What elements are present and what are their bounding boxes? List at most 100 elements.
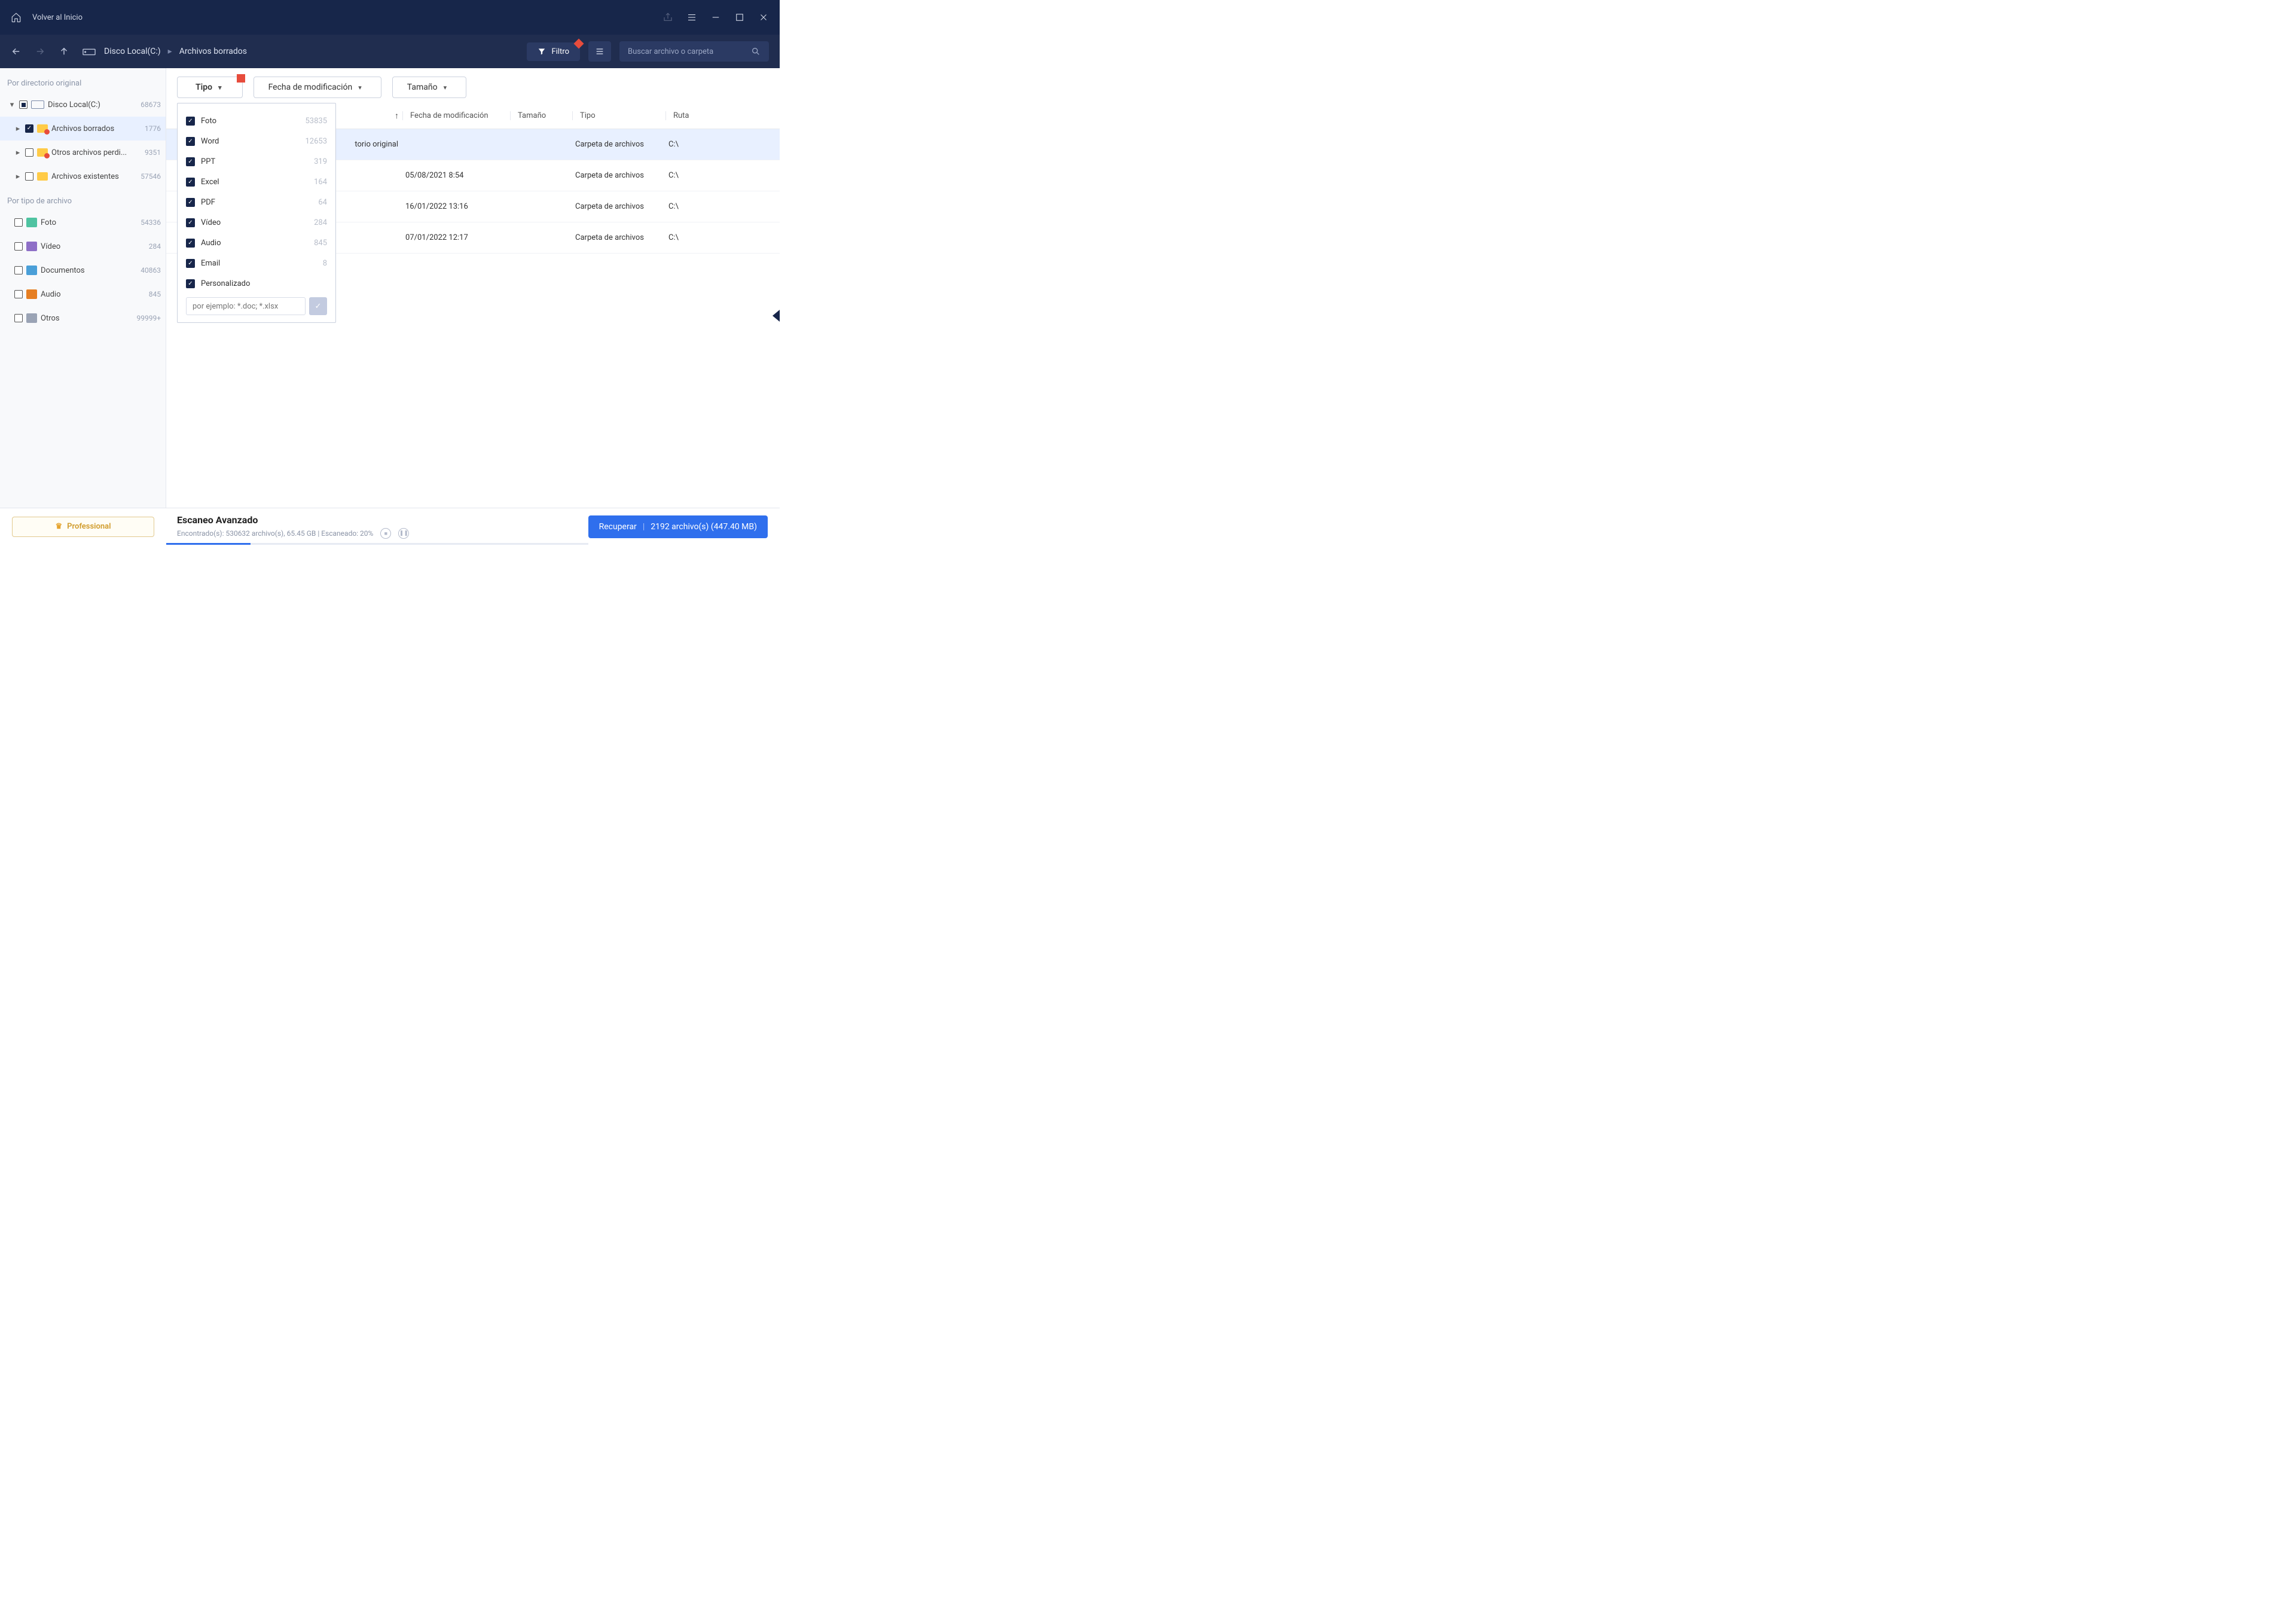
checkbox-checked[interactable]: [186, 117, 195, 126]
checkbox-checked[interactable]: [186, 259, 195, 268]
chevron-right-icon[interactable]: ▸: [14, 124, 22, 133]
search-input[interactable]: Buscar archivo o carpeta: [619, 41, 769, 62]
filter-tipo-button[interactable]: Tipo: [177, 77, 243, 98]
type-otros[interactable]: Otros99999+: [0, 306, 166, 330]
crown-icon: ♛: [55, 522, 62, 531]
pause-scan-button[interactable]: ❚❚: [398, 528, 409, 539]
audio-icon: [26, 289, 37, 299]
content: Tipo Fecha de modificación Tamaño ↑ Fech…: [166, 68, 780, 508]
type-audio[interactable]: Audio845: [0, 282, 166, 306]
checkbox-checked[interactable]: [186, 218, 195, 227]
menu-icon[interactable]: [686, 12, 697, 23]
drive-breadcrumb-icon: [83, 47, 96, 56]
breadcrumb-drive[interactable]: Disco Local(C:): [104, 47, 161, 56]
dd-item-foto[interactable]: Foto53835: [186, 111, 327, 131]
other-icon: [26, 313, 37, 323]
dd-item-video[interactable]: Vídeo284: [186, 212, 327, 233]
filter-badge: [237, 74, 245, 83]
search-placeholder: Buscar archivo o carpeta: [628, 47, 713, 56]
nav-up-icon[interactable]: [59, 46, 69, 57]
filter-label: Filtro: [552, 47, 569, 56]
scan-title: Escaneo Avanzado: [177, 514, 578, 526]
nav-forward-icon: [35, 46, 45, 57]
folder-icon: [37, 172, 48, 181]
th-tipo[interactable]: Tipo: [572, 111, 665, 120]
chevron-right-icon: ▸: [168, 47, 172, 56]
video-icon: [26, 242, 37, 251]
footer: ♛Professional Escaneo Avanzado Encontrad…: [0, 508, 780, 545]
confirm-custom-button[interactable]: ✓: [309, 297, 327, 315]
chevron-down-icon: [218, 83, 222, 92]
sidebar: Por directorio original ▾ Disco Local(C:…: [0, 68, 166, 508]
dd-item-ppt[interactable]: PPT319: [186, 151, 327, 172]
dd-item-word[interactable]: Word12653: [186, 131, 327, 151]
checkbox-checked[interactable]: [186, 279, 195, 288]
th-mod[interactable]: Fecha de modificación: [402, 111, 510, 120]
checkbox[interactable]: [14, 242, 23, 251]
sort-asc-icon[interactable]: ↑: [395, 111, 399, 121]
dd-item-pdf[interactable]: PDF64: [186, 192, 327, 212]
dd-item-excel[interactable]: Excel164: [186, 172, 327, 192]
upgrade-pro-button[interactable]: ♛Professional: [12, 517, 154, 537]
tipo-dropdown: Foto53835 Word12653 PPT319 Excel164 PDF6…: [177, 103, 336, 323]
tree-root-drive[interactable]: ▾ Disco Local(C:) 68673: [0, 93, 166, 117]
nav-back-icon[interactable]: [11, 46, 22, 57]
checkbox[interactable]: [25, 172, 33, 181]
filter-fecha-button[interactable]: Fecha de modificación: [254, 77, 381, 98]
chevron-right-icon[interactable]: ▸: [14, 148, 22, 157]
chevron-down-icon: [444, 83, 447, 92]
stop-scan-button[interactable]: ■: [380, 528, 391, 539]
checkbox-checked[interactable]: [25, 124, 33, 133]
minimize-icon[interactable]: [710, 12, 721, 23]
type-video[interactable]: Vídeo284: [0, 234, 166, 258]
back-home-link[interactable]: Volver al Inicio: [32, 13, 83, 22]
filter-button[interactable]: Filtro: [527, 42, 580, 61]
type-documentos[interactable]: Documentos40863: [0, 258, 166, 282]
sidebar-section-type: Por tipo de archivo: [0, 193, 166, 210]
maximize-icon[interactable]: [734, 12, 745, 23]
dd-item-personalizado[interactable]: Personalizado: [186, 273, 327, 294]
checkbox-checked[interactable]: [186, 137, 195, 146]
scan-progress: [166, 543, 588, 545]
filter-active-badge: [574, 38, 584, 48]
drive-icon: [31, 100, 44, 109]
scan-status: Encontrado(s): 530632 archivo(s), 65.45 …: [177, 529, 373, 538]
breadcrumb-section[interactable]: Archivos borrados: [179, 47, 247, 56]
folder-deleted-icon: [37, 124, 48, 133]
checkbox[interactable]: [25, 148, 33, 157]
recover-button[interactable]: Recuperar | 2192 archivo(s) (447.40 MB): [588, 515, 768, 538]
search-icon: [751, 47, 761, 56]
checkbox[interactable]: [14, 218, 23, 227]
home-icon[interactable]: [11, 12, 22, 23]
th-size[interactable]: Tamaño: [510, 111, 572, 120]
type-foto[interactable]: Foto54336: [0, 210, 166, 234]
document-icon: [26, 266, 37, 275]
checkbox-mixed[interactable]: [19, 100, 28, 109]
checkbox[interactable]: [14, 266, 23, 274]
chevron-right-icon[interactable]: ▸: [14, 172, 22, 181]
custom-ext-input[interactable]: [186, 297, 306, 315]
checkbox-checked[interactable]: [186, 178, 195, 187]
expand-panel-handle[interactable]: [773, 310, 780, 322]
chevron-down-icon[interactable]: ▾: [8, 100, 16, 109]
th-ruta[interactable]: Ruta: [665, 111, 780, 120]
dd-item-audio[interactable]: Audio845: [186, 233, 327, 253]
sidebar-section-directory: Por directorio original: [0, 75, 166, 93]
tree-lost-files[interactable]: ▸ Otros archivos perdi... 9351: [0, 141, 166, 164]
checkbox-checked[interactable]: [186, 157, 195, 166]
titlebar: Volver al Inicio: [0, 0, 780, 35]
share-icon[interactable]: [662, 12, 673, 23]
checkbox-checked[interactable]: [186, 198, 195, 207]
checkbox[interactable]: [14, 314, 23, 322]
close-icon[interactable]: [758, 12, 769, 23]
dd-item-email[interactable]: Email8: [186, 253, 327, 273]
tree-deleted-files[interactable]: ▸ Archivos borrados 1776: [0, 117, 166, 141]
filter-tamano-button[interactable]: Tamaño: [392, 77, 466, 98]
toolbar: Disco Local(C:) ▸ Archivos borrados Filt…: [0, 35, 780, 68]
chevron-down-icon: [358, 83, 362, 92]
folder-lost-icon: [37, 148, 48, 157]
view-list-button[interactable]: [588, 41, 611, 62]
checkbox[interactable]: [14, 290, 23, 298]
checkbox-checked[interactable]: [186, 239, 195, 248]
tree-existing-files[interactable]: ▸ Archivos existentes 57546: [0, 164, 166, 188]
